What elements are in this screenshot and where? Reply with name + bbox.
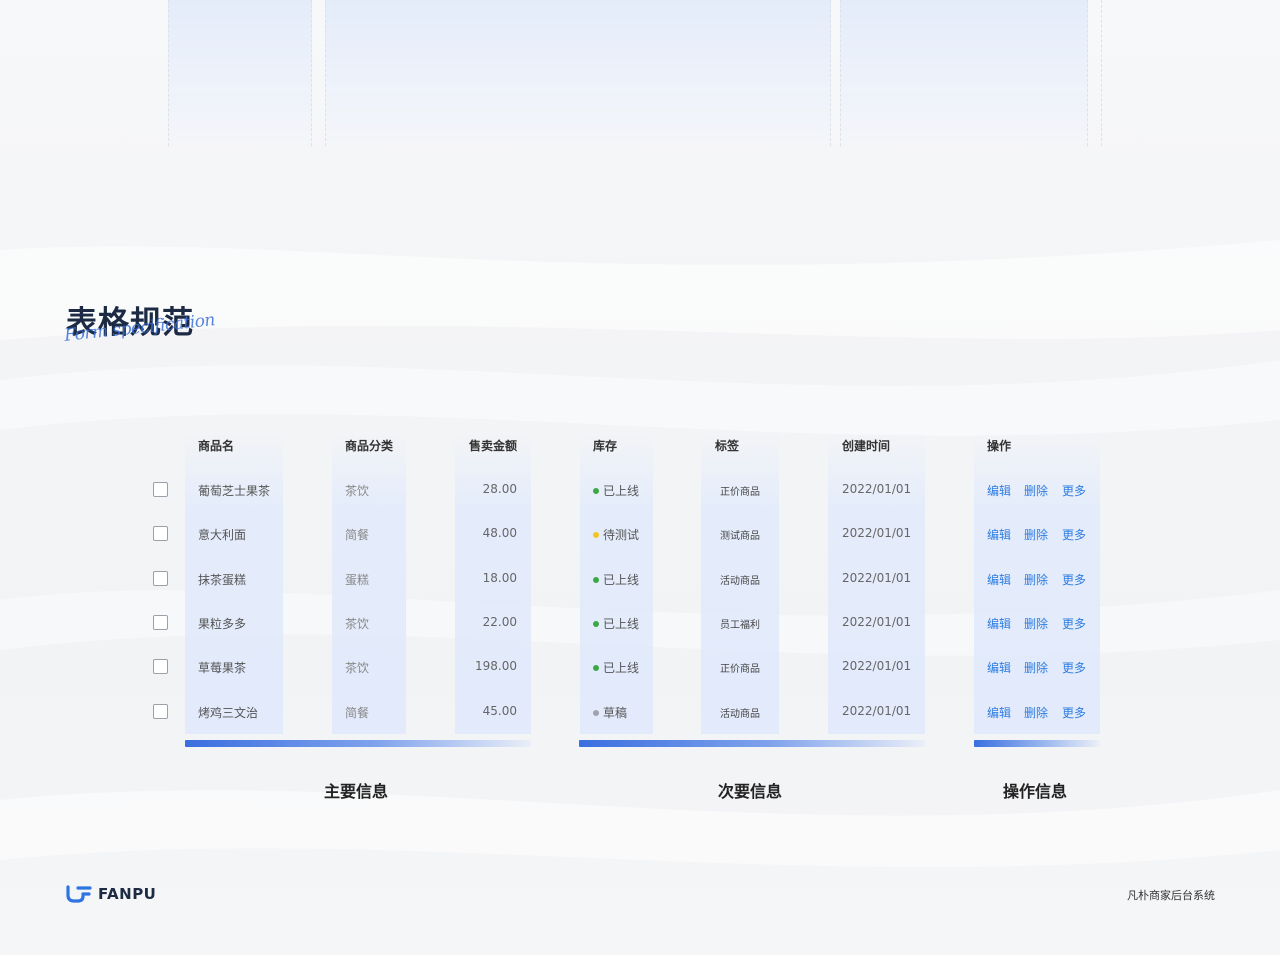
- fanpu-logo-icon: [66, 885, 92, 903]
- row-checkbox[interactable]: [153, 704, 168, 719]
- edit-link[interactable]: 编辑: [987, 482, 1011, 499]
- product-tag: 员工福利: [720, 620, 760, 631]
- product-tag: 正价商品: [720, 664, 760, 675]
- product-amount: 18.00: [482, 571, 517, 585]
- product-amount: 45.00: [482, 704, 517, 718]
- header-stock: 库存: [593, 439, 618, 453]
- product-category: 简餐: [345, 528, 370, 542]
- secondary-section-label: 次要信息: [718, 782, 783, 801]
- product-date: 2022/01/01: [842, 482, 912, 496]
- actions-section-bar: [974, 740, 1100, 747]
- status-dot-icon: [593, 576, 599, 583]
- product-date: 2022/01/01: [842, 571, 912, 585]
- product-category: 简餐: [345, 706, 370, 720]
- top-panel-middle: [325, 0, 831, 146]
- secondary-section-bar: [579, 740, 925, 747]
- product-name: 葡萄芝士果茶: [198, 484, 271, 498]
- status-label: 已上线: [603, 617, 640, 631]
- product-date: 2022/01/01: [842, 659, 912, 673]
- more-link[interactable]: 更多: [1062, 615, 1086, 632]
- product-category: 蛋糕: [345, 573, 370, 587]
- more-link[interactable]: 更多: [1062, 482, 1086, 499]
- product-status: 已上线: [593, 482, 639, 499]
- row-checkbox[interactable]: [153, 615, 168, 630]
- edit-link[interactable]: 编辑: [987, 704, 1011, 721]
- status-label: 待测试: [603, 528, 640, 542]
- product-status: 已上线: [593, 571, 639, 588]
- row-checkbox[interactable]: [153, 526, 168, 541]
- product-category: 茶饮: [345, 661, 370, 675]
- product-status: 草稿: [593, 704, 627, 721]
- product-tag: 活动商品: [720, 709, 760, 720]
- header-created-time: 创建时间: [842, 439, 891, 453]
- top-panel-divider: [1101, 0, 1102, 146]
- primary-section-label: 主要信息: [324, 782, 389, 801]
- product-status: 已上线: [593, 659, 639, 676]
- product-tag: 测试商品: [720, 531, 760, 542]
- product-status: 已上线: [593, 615, 639, 632]
- delete-link[interactable]: 删除: [1024, 704, 1048, 721]
- product-name: 草莓果茶: [198, 661, 247, 675]
- product-name: 意大利面: [198, 528, 247, 542]
- product-name: 烤鸡三文治: [198, 706, 259, 720]
- top-panel-right: [840, 0, 1088, 146]
- header-name: 商品名: [198, 439, 235, 453]
- product-date: 2022/01/01: [842, 615, 912, 629]
- product-tag: 正价商品: [720, 487, 760, 498]
- delete-link[interactable]: 删除: [1024, 571, 1048, 588]
- header-amount: 售卖金额: [469, 439, 518, 453]
- product-status: 待测试: [593, 526, 639, 543]
- product-category: 茶饮: [345, 484, 370, 498]
- system-name: 凡朴商家后台系统: [1127, 889, 1215, 902]
- status-label: 已上线: [603, 573, 640, 587]
- status-dot-icon: [593, 620, 599, 627]
- status-label: 草稿: [603, 706, 628, 720]
- more-link[interactable]: 更多: [1062, 659, 1086, 676]
- product-date: 2022/01/01: [842, 704, 912, 718]
- product-name: 果粒多多: [198, 617, 247, 631]
- product-category: 茶饮: [345, 617, 370, 631]
- product-amount: 48.00: [482, 526, 517, 540]
- row-checkbox[interactable]: [153, 482, 168, 497]
- brand-logo: FANPU: [66, 885, 156, 903]
- primary-section-bar: [185, 740, 531, 747]
- brand-name: FANPU: [98, 885, 157, 903]
- product-amount: 198.00: [475, 659, 517, 673]
- top-panel-left: [168, 0, 312, 146]
- delete-link[interactable]: 删除: [1024, 615, 1048, 632]
- edit-link[interactable]: 编辑: [987, 615, 1011, 632]
- status-label: 已上线: [603, 661, 640, 675]
- delete-link[interactable]: 删除: [1024, 659, 1048, 676]
- more-link[interactable]: 更多: [1062, 704, 1086, 721]
- row-checkbox[interactable]: [153, 659, 168, 674]
- header-category: 商品分类: [345, 439, 394, 453]
- product-tag: 活动商品: [720, 576, 760, 587]
- status-dot-icon: [593, 531, 599, 538]
- status-dot-icon: [593, 487, 599, 494]
- more-link[interactable]: 更多: [1062, 571, 1086, 588]
- status-dot-icon: [593, 709, 599, 716]
- status-label: 已上线: [603, 484, 640, 498]
- product-amount: 22.00: [482, 615, 517, 629]
- row-checkbox[interactable]: [153, 571, 168, 586]
- product-amount: 28.00: [482, 482, 517, 496]
- actions-section-label: 操作信息: [1003, 782, 1068, 801]
- product-date: 2022/01/01: [842, 526, 912, 540]
- edit-link[interactable]: 编辑: [987, 526, 1011, 543]
- edit-link[interactable]: 编辑: [987, 571, 1011, 588]
- header-tag: 标签: [715, 439, 740, 453]
- header-actions: 操作: [987, 439, 1012, 453]
- delete-link[interactable]: 删除: [1024, 526, 1048, 543]
- edit-link[interactable]: 编辑: [987, 659, 1011, 676]
- more-link[interactable]: 更多: [1062, 526, 1086, 543]
- product-name: 抹茶蛋糕: [198, 573, 247, 587]
- delete-link[interactable]: 删除: [1024, 482, 1048, 499]
- status-dot-icon: [593, 664, 599, 671]
